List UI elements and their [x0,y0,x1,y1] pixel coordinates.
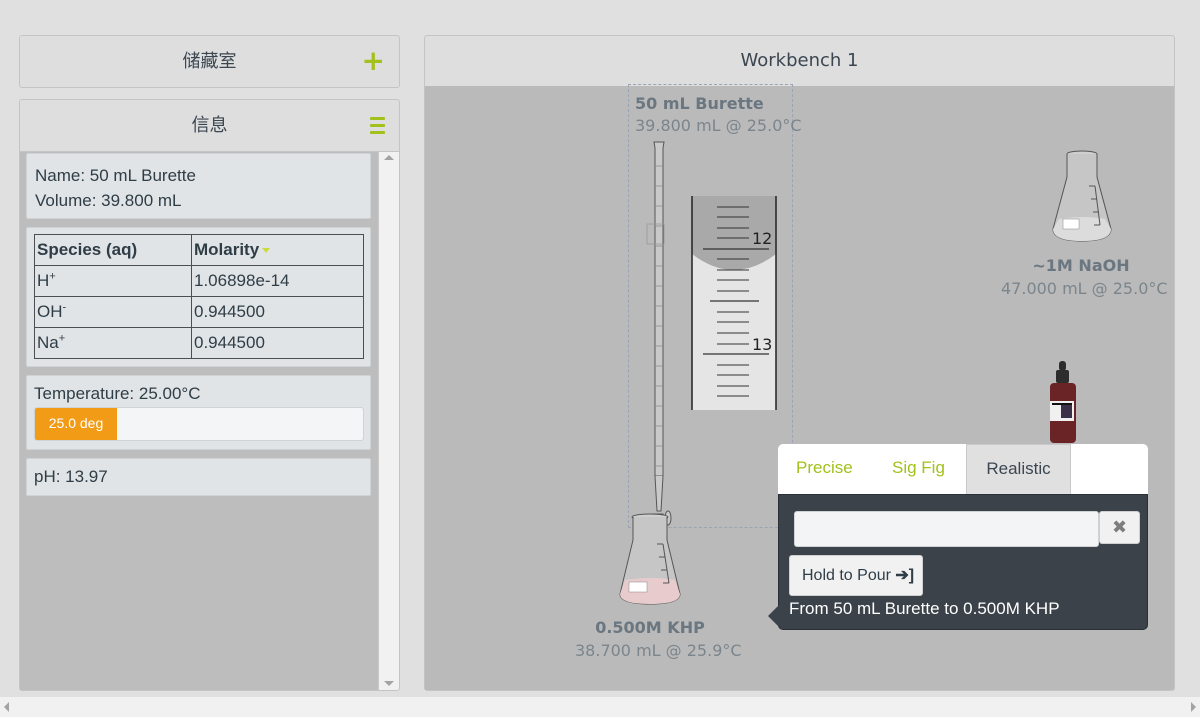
temperature-card: Temperature: 25.00°C 25.0 deg [26,375,371,450]
item-volume: Volume: 39.800 mL [35,191,182,210]
ph-card: pH: 13.97 [26,458,371,496]
molarity-cell: 0.944500 [191,296,364,328]
precision-tabs: Precise Sig Fig Realistic [778,444,1148,496]
table-row: Na+ 0.944500 [34,327,364,359]
dropper-bottle-icon[interactable] [1047,361,1079,445]
popover-arrow [768,605,779,627]
pour-button-label: Hold to Pour [802,567,891,584]
khp-name: 0.500M KHP [595,618,705,637]
scroll-right-arrow-icon[interactable] [1191,702,1196,712]
species-cell: Na+ [34,327,192,359]
item-name: Name: 50 mL Burette [35,166,196,185]
ph-text: pH: 13.97 [34,467,108,486]
naoh-name: ~1M NaOH [1032,256,1130,275]
storage-panel-header[interactable]: 储藏室 + [19,35,400,88]
pour-panel: ✖ Hold to Pour ➔] From 50 mL Burette to … [768,494,1148,630]
burette-status: 39.800 mL @ 25.0°C [635,116,802,135]
molarity-cell: 1.06898e-14 [191,265,364,297]
sign-in-icon: ➔] [895,567,915,584]
info-title: 信息 [191,115,228,136]
pour-popover: Precise Sig Fig Realistic ✖ Hold to Pour… [768,444,1148,630]
khp-status: 38.700 mL @ 25.9°C [575,641,742,660]
tab-realistic[interactable]: Realistic [966,444,1071,494]
page-horizontal-scrollbar[interactable] [0,697,1200,717]
close-icon[interactable]: ✖ [1099,511,1140,544]
temperature-text: Temperature: 25.00°C [34,384,201,403]
species-table: Species (aq) Molarity H+ 1.06898e-14 OH-… [34,234,364,359]
tick-label-12: 12 [752,229,773,248]
scroll-down-arrow-icon[interactable] [384,681,394,686]
khp-flask-icon[interactable] [617,512,687,608]
storage-title: 储藏室 [182,51,237,72]
plus-icon[interactable]: + [362,36,385,86]
molarity-cell: 0.944500 [191,327,364,359]
table-row: H+ 1.06898e-14 [34,265,364,297]
tab-sig-fig[interactable]: Sig Fig [892,444,945,494]
species-column-header[interactable]: Species (aq) [34,234,192,266]
khp-label: 0.500M KHP 38.700 mL @ 25.9°C [575,618,742,660]
temperature-bar-fill: 25.0 deg [35,408,117,440]
molarity-column-header[interactable]: Molarity [191,234,364,266]
workbench-header: Workbench 1 [425,36,1174,86]
item-summary-card: Name: 50 mL Burette Volume: 39.800 mL [26,153,371,219]
tab-precise[interactable]: Precise [796,444,853,494]
info-panel-header: 信息 [20,100,399,152]
hamburger-icon[interactable] [370,117,385,134]
hold-to-pour-button[interactable]: Hold to Pour ➔] [789,555,923,596]
naoh-status: 47.000 mL @ 25.0°C [1001,279,1168,298]
species-cell: OH- [34,296,192,328]
burette-label: 50 mL Burette 39.800 mL @ 25.0°C [635,94,802,135]
species-card: Species (aq) Molarity H+ 1.06898e-14 OH-… [26,227,371,367]
scroll-left-arrow-icon[interactable] [4,702,9,712]
tick-label-13: 13 [752,335,773,354]
naoh-label: ~1M NaOH 47.000 mL @ 25.0°C [1001,256,1168,298]
naoh-flask-icon[interactable] [1049,149,1115,243]
table-row: OH- 0.944500 [34,296,364,328]
info-panel: 信息 Name: 50 mL Burette Volume: 39.800 mL… [19,99,400,691]
info-scrollbar[interactable] [378,152,399,690]
species-cell: H+ [34,265,192,297]
scroll-up-arrow-icon[interactable] [384,155,394,160]
burette-name: 50 mL Burette [635,94,764,113]
sort-caret-icon [262,248,271,254]
temperature-bar: 25.0 deg [34,407,364,441]
pour-description: From 50 mL Burette to 0.500M KHP [789,599,1060,618]
pour-amount-input[interactable] [794,511,1099,547]
species-table-header: Species (aq) Molarity [34,234,364,266]
workbench-title: Workbench 1 [740,50,859,71]
